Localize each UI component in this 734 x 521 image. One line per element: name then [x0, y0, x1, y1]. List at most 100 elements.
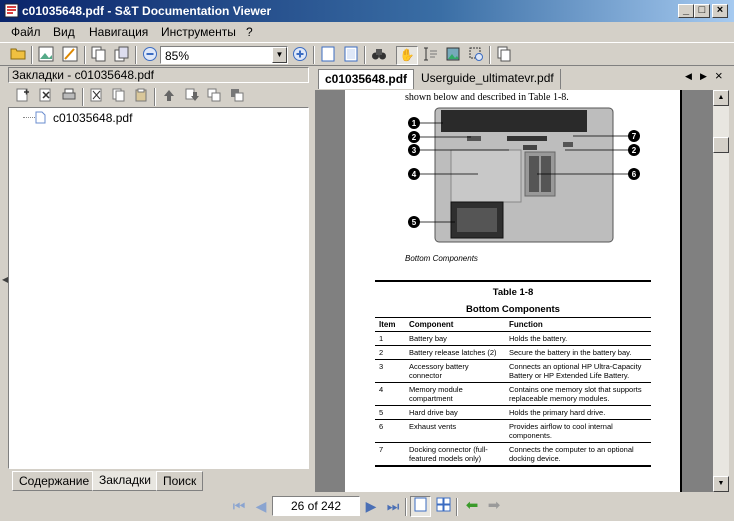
collapse-icon[interactable]: [227, 88, 247, 107]
open-folder-icon[interactable]: [8, 46, 28, 65]
delete-bookmark-icon[interactable]: [36, 88, 56, 107]
panel-title: Закладки - c01035648.pdf: [8, 67, 309, 83]
fit-page-icon[interactable]: [341, 46, 361, 65]
cell: Connects an optional HP Ultra-Capacity B…: [505, 359, 651, 383]
cell: Hard drive bay: [405, 405, 505, 420]
cell: 2: [375, 345, 405, 360]
single-page-icon[interactable]: [318, 46, 338, 65]
cell: 7: [375, 442, 405, 467]
scroll-down-icon[interactable]: ▼: [713, 476, 729, 492]
two-page-view-icon[interactable]: [433, 497, 453, 516]
menu-view[interactable]: Вид: [53, 25, 75, 39]
zoom-out-icon[interactable]: [140, 46, 160, 65]
bookmarks-tree: c01035648.pdf: [8, 107, 309, 469]
cell: Holds the primary hard drive.: [505, 405, 651, 420]
cell: Docking connector (full-featured models …: [405, 442, 505, 467]
edit-icon[interactable]: [60, 46, 80, 65]
laptop-bottom-figure: 1 2 3 4 5 7 2 6: [408, 107, 640, 243]
table-row: 3 Accessory battery connector Connects an …: [375, 359, 651, 383]
callout-label: 5: [412, 218, 417, 227]
table-title: Table 1-8: [492, 287, 534, 298]
hand-tool-icon[interactable]: ✋: [396, 46, 418, 65]
document-icon: [35, 111, 46, 124]
tab-search[interactable]: Поиск: [156, 471, 204, 491]
cut-icon[interactable]: [87, 88, 107, 107]
snapshot-icon[interactable]: [466, 46, 486, 65]
page-number-field[interactable]: 26 of 242: [272, 496, 360, 516]
zoom-in-icon[interactable]: [290, 46, 310, 65]
pages-icon[interactable]: [494, 46, 514, 65]
intro-text: shown below and described in Table 1-8.: [405, 92, 569, 103]
prev-page-icon[interactable]: ◀: [251, 497, 271, 517]
move-up-icon[interactable]: [159, 88, 179, 107]
paste-icon[interactable]: [131, 88, 151, 107]
table-row: 6 Exhaust vents Provides airflow to cool i…: [375, 419, 651, 443]
collapse-panel-icon[interactable]: ◀: [2, 275, 8, 284]
menu-navigation[interactable]: Навигация: [89, 25, 148, 39]
cell: Secure the battery in the battery bay.: [505, 345, 651, 360]
copy-page-icon[interactable]: [89, 46, 109, 65]
paste-page-icon[interactable]: [112, 46, 132, 65]
pdf-page: shown below and described in Table 1-8.: [345, 90, 682, 492]
menu-tools[interactable]: Инструменты: [161, 25, 236, 39]
image-icon[interactable]: [36, 46, 56, 65]
cell: 6: [375, 419, 405, 443]
main-toolbar: 85% ▼ ✋: [0, 42, 734, 66]
table-subtitle: Bottom Components: [466, 304, 560, 315]
cell: 1: [375, 331, 405, 346]
navigation-bar: ⏮ ◀ 26 of 242 ▶ ⏭ ⬅ ➡: [0, 493, 734, 521]
callout-label: 2: [632, 146, 637, 155]
zoom-value: 85%: [165, 49, 190, 63]
find-binoculars-icon[interactable]: [369, 46, 389, 65]
table-row: 4 Memory module compartment Contains one m…: [375, 382, 651, 406]
callout-label: 7: [632, 132, 637, 141]
select-image-icon[interactable]: [443, 46, 463, 65]
callout-label: 2: [412, 133, 417, 142]
next-page-icon[interactable]: ▶: [361, 497, 381, 517]
cell: Battery bay: [405, 331, 505, 346]
copy-icon[interactable]: [109, 88, 129, 107]
window-title: c01035648.pdf - S&T Documentation Viewer: [22, 4, 272, 18]
add-bookmark-icon[interactable]: [13, 88, 33, 107]
callout-label: 6: [632, 170, 637, 179]
tab-bookmarks[interactable]: Закладки: [92, 471, 158, 491]
cell: Exhaust vents: [405, 419, 505, 443]
scroll-thumb[interactable]: [713, 137, 729, 153]
scroll-up-icon[interactable]: ▲: [713, 90, 729, 106]
last-page-icon[interactable]: ⏭: [383, 497, 403, 517]
cell: 4: [375, 382, 405, 406]
col-function: Function: [505, 317, 651, 332]
chevron-down-icon[interactable]: ▼: [272, 47, 287, 63]
move-down-icon[interactable]: [182, 88, 202, 107]
select-text-icon[interactable]: [421, 46, 441, 65]
table-row: 1 Battery bay Holds the battery.: [375, 331, 651, 346]
close-button[interactable]: ×: [712, 4, 728, 18]
cell: Provides airflow to cool internal compon…: [505, 419, 651, 443]
cell: Accessory battery connector: [405, 359, 505, 383]
tree-item[interactable]: c01035648.pdf: [53, 111, 132, 125]
maximize-button[interactable]: □: [694, 4, 710, 18]
vertical-scrollbar[interactable]: ▲ ▼: [713, 90, 729, 492]
single-page-view-icon[interactable]: [410, 496, 431, 517]
expand-icon[interactable]: [204, 88, 224, 107]
tab-doc-2[interactable]: Userguide_ultimatevr.pdf: [415, 69, 561, 89]
back-arrow-icon[interactable]: ⬅: [462, 497, 482, 516]
col-component: Component: [405, 317, 505, 332]
tab-next-icon[interactable]: ▶: [700, 71, 707, 82]
tab-prev-icon[interactable]: ◀: [685, 71, 692, 82]
minimize-button[interactable]: _: [678, 4, 694, 18]
cell: Memory module compartment: [405, 382, 505, 406]
tab-doc-active[interactable]: c01035648.pdf: [318, 69, 415, 89]
menu-help[interactable]: ?: [246, 25, 253, 39]
first-page-icon[interactable]: ⏮: [229, 497, 249, 517]
print-icon[interactable]: [59, 88, 79, 107]
menu-file[interactable]: Файл: [11, 25, 41, 39]
forward-arrow-icon[interactable]: ➡: [484, 497, 504, 516]
zoom-select[interactable]: 85% ▼: [160, 46, 288, 64]
tab-contents[interactable]: Содержание: [12, 471, 97, 491]
table-top-rule: [375, 280, 651, 282]
callout-label: 3: [412, 146, 417, 155]
document-view[interactable]: shown below and described in Table 1-8.: [315, 90, 718, 492]
tab-close-icon[interactable]: ×: [715, 68, 723, 83]
figure-caption: Bottom Components: [405, 254, 478, 263]
